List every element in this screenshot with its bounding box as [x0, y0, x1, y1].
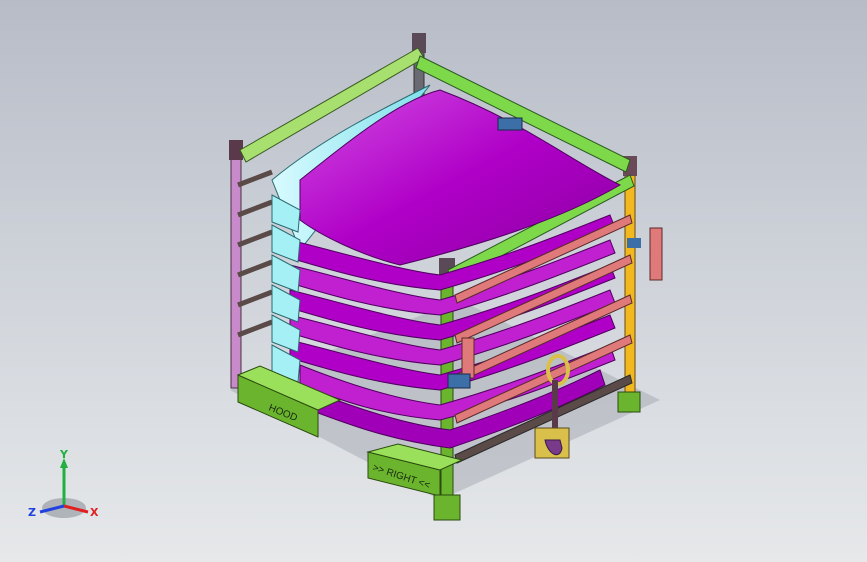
x-axis-label: X — [90, 506, 99, 519]
cad-viewport[interactable]: HOOD >> RIGHT << — [0, 0, 867, 562]
blue-clip-2 — [447, 373, 471, 389]
foot-right-corner — [617, 391, 641, 413]
left-ladder — [237, 169, 273, 338]
lock-clip — [627, 238, 641, 248]
y-axis-label: Y — [59, 448, 69, 461]
foot-front-corner — [433, 494, 461, 521]
z-axis-label: Z — [28, 506, 36, 519]
side-bracket-left — [461, 337, 475, 379]
side-bracket-right — [649, 227, 663, 281]
post-right — [624, 164, 636, 406]
axis-triad: Y X Z — [28, 448, 99, 519]
blue-clip-1 — [497, 117, 523, 131]
